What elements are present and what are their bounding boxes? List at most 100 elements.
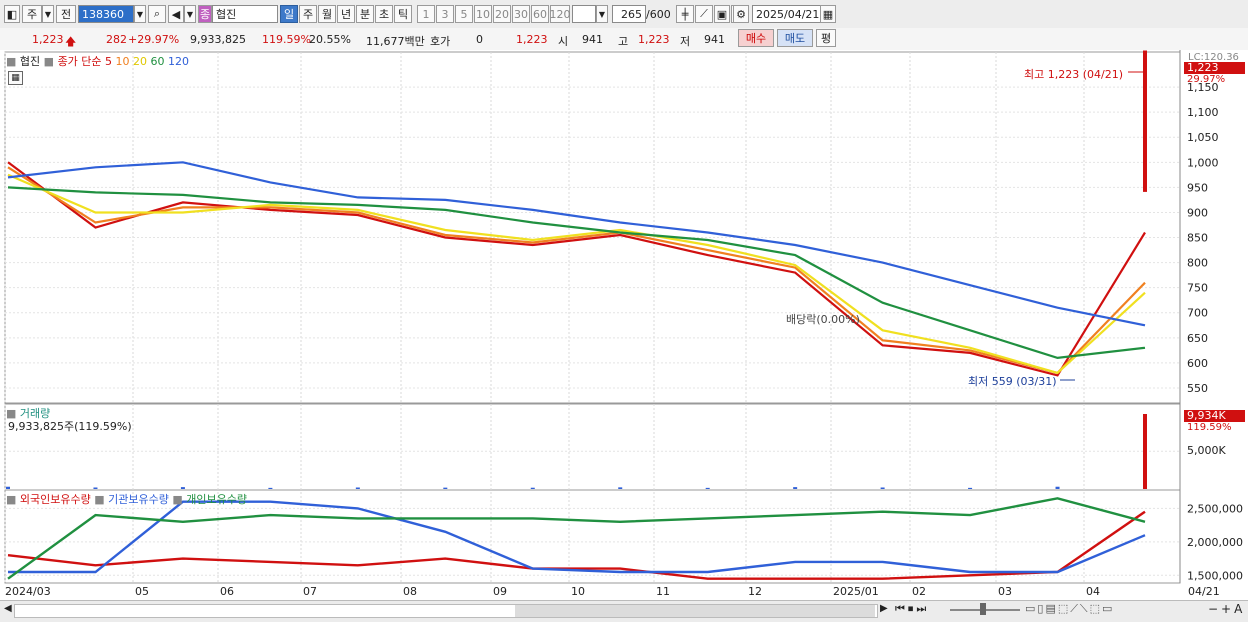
- period-day-button[interactable]: 일: [280, 5, 298, 23]
- amount-value: 11,677백만: [366, 35, 425, 48]
- period-year-button[interactable]: 년: [337, 5, 355, 23]
- volume-pct-tag: 119.59%: [1187, 422, 1232, 433]
- price-ytick: 950: [1187, 181, 1208, 194]
- drawing-tool-icon[interactable]: ⟋: [695, 5, 713, 23]
- x-tick: 05: [135, 585, 149, 598]
- volume-bar: [268, 487, 273, 489]
- candle-icon[interactable]: ╪: [676, 5, 694, 23]
- holdings-legend: ■ 외국인보유수량 ■ 기관보유수량 ■ 개인보유수량: [6, 493, 248, 506]
- mult-5-button[interactable]: 5: [455, 5, 473, 23]
- price-ytick: 1,000: [1187, 156, 1219, 169]
- count-input[interactable]: 265: [612, 5, 646, 23]
- type-badge: 종: [198, 5, 212, 23]
- mult-120-button[interactable]: 120: [550, 5, 571, 23]
- period-second-button[interactable]: 초: [375, 5, 393, 23]
- market-button[interactable]: 주: [22, 5, 42, 23]
- count-total: /600: [646, 8, 671, 21]
- period-minute-button[interactable]: 분: [356, 5, 374, 23]
- foreign-holdings-label: 외국인보유수량: [19, 493, 91, 506]
- ma-5-label: 5: [105, 55, 113, 68]
- x-tick: 2025/01: [833, 585, 879, 598]
- search-icon[interactable]: ⌕: [148, 5, 166, 23]
- volume-ytick: 5,000K: [1187, 444, 1226, 457]
- volume-bar: [530, 487, 535, 489]
- holdings-ytick: 1,500,000: [1187, 569, 1243, 582]
- volume-bar: [355, 487, 360, 489]
- mult-1-button[interactable]: 1: [417, 5, 435, 23]
- low-marker: 최저 559 (03/31): [968, 375, 1057, 388]
- change-pct-value: +29.97%: [128, 33, 180, 46]
- gear-icon[interactable]: ⚙: [733, 5, 749, 23]
- volume-tag: 9,934K: [1184, 410, 1245, 422]
- chart-area: 1,150 1,100 1,050 1,000 950 900 850 800 750 700 65…: [0, 50, 1248, 621]
- market-dropdown-icon[interactable]: ▼: [42, 5, 54, 23]
- volume-bar: [93, 487, 98, 489]
- price-panel-title: 협진: [19, 55, 41, 68]
- stock-code-input[interactable]: 138360: [78, 5, 134, 23]
- prev-button[interactable]: 전: [56, 5, 76, 23]
- scroll-right-icon[interactable]: ▶: [880, 603, 888, 614]
- x-tick: 09: [493, 585, 507, 598]
- price-ytick: 700: [1187, 307, 1208, 320]
- institution-holdings-label: 기관보유수량: [108, 493, 169, 506]
- open-label: 시: [558, 35, 569, 48]
- ma-10-label: 10: [115, 55, 130, 68]
- scrollbar-thumb[interactable]: [515, 605, 875, 617]
- volume-panel-frame: [4, 403, 1181, 491]
- mult-20-button[interactable]: 20: [493, 5, 511, 23]
- date-input[interactable]: 2025/04/21: [752, 5, 822, 23]
- zoom-slider-handle[interactable]: [980, 603, 986, 615]
- current-pct-tag: 29.97%: [1187, 74, 1226, 85]
- mult-3-button[interactable]: 3: [436, 5, 454, 23]
- price-ytick: 850: [1187, 232, 1208, 245]
- scroll-left-icon[interactable]: ◀: [4, 603, 12, 614]
- grid-toggle-icon[interactable]: ▦: [8, 71, 23, 85]
- volume-bar: [793, 487, 798, 489]
- ma-label: 종가 단순: [57, 55, 102, 68]
- zoom-controls-icon[interactable]: −+A: [1208, 602, 1245, 616]
- price-ytick: 600: [1187, 357, 1208, 370]
- low-value: 941: [704, 33, 725, 46]
- mult-10-button[interactable]: 10: [474, 5, 492, 23]
- window-icon[interactable]: ◧: [4, 5, 20, 23]
- current-price-tag: 1,223: [1184, 62, 1245, 74]
- holdings-ytick: 2,000,000: [1187, 536, 1243, 549]
- calendar-icon[interactable]: ▦: [820, 5, 836, 23]
- speaker-dropdown-icon[interactable]: ▼: [184, 5, 196, 23]
- horizontal-scrollbar[interactable]: [14, 604, 878, 618]
- period-tick-button[interactable]: 틱: [394, 5, 412, 23]
- sell-button[interactable]: 매도: [777, 29, 813, 47]
- volume-bar: [1143, 414, 1147, 489]
- stock-name-field[interactable]: 협진: [212, 5, 278, 23]
- x-tick: 08: [403, 585, 417, 598]
- turnover-value: 20.55%: [309, 33, 351, 46]
- holdings-ytick: 2,500,000: [1187, 502, 1243, 515]
- last-candle: [1143, 50, 1147, 192]
- volume-bar: [443, 487, 448, 489]
- individual-holdings-label: 개인보유수량: [186, 493, 248, 506]
- x-tick: 06: [220, 585, 234, 598]
- eval-button[interactable]: 평: [816, 29, 836, 47]
- mult-60-button[interactable]: 60: [531, 5, 549, 23]
- period-week-button[interactable]: 주: [299, 5, 317, 23]
- volume-bar: [1055, 486, 1060, 489]
- hoga-price: 1,223: [516, 33, 548, 46]
- playback-controls-icon[interactable]: ⏮⏹⏭: [895, 602, 929, 616]
- volume-ratio-value: 119.59%: [262, 33, 311, 46]
- volume-bar: [6, 486, 10, 489]
- speaker-icon[interactable]: ◀: [168, 5, 184, 23]
- custom-period-input[interactable]: [572, 5, 596, 23]
- period-month-button[interactable]: 월: [318, 5, 336, 23]
- mult-30-button[interactable]: 30: [512, 5, 530, 23]
- buy-button[interactable]: 매수: [738, 29, 774, 47]
- save-icon[interactable]: ▣: [714, 5, 730, 23]
- volume-bar: [880, 487, 885, 489]
- price-ytick: 900: [1187, 206, 1208, 219]
- custom-period-dropdown-icon[interactable]: ▼: [596, 5, 608, 23]
- drawing-tools-icon[interactable]: ▭▯▤⬚⟋⟍⬚▭: [1025, 602, 1114, 616]
- code-dropdown-icon[interactable]: ▼: [134, 5, 146, 23]
- volume-bar: [618, 487, 623, 489]
- x-tick: 11: [656, 585, 670, 598]
- price-legend: ■ 협진 ■ 종가 단순 5 10 20 60 120: [6, 55, 190, 68]
- x-tick: 2024/03: [5, 585, 51, 598]
